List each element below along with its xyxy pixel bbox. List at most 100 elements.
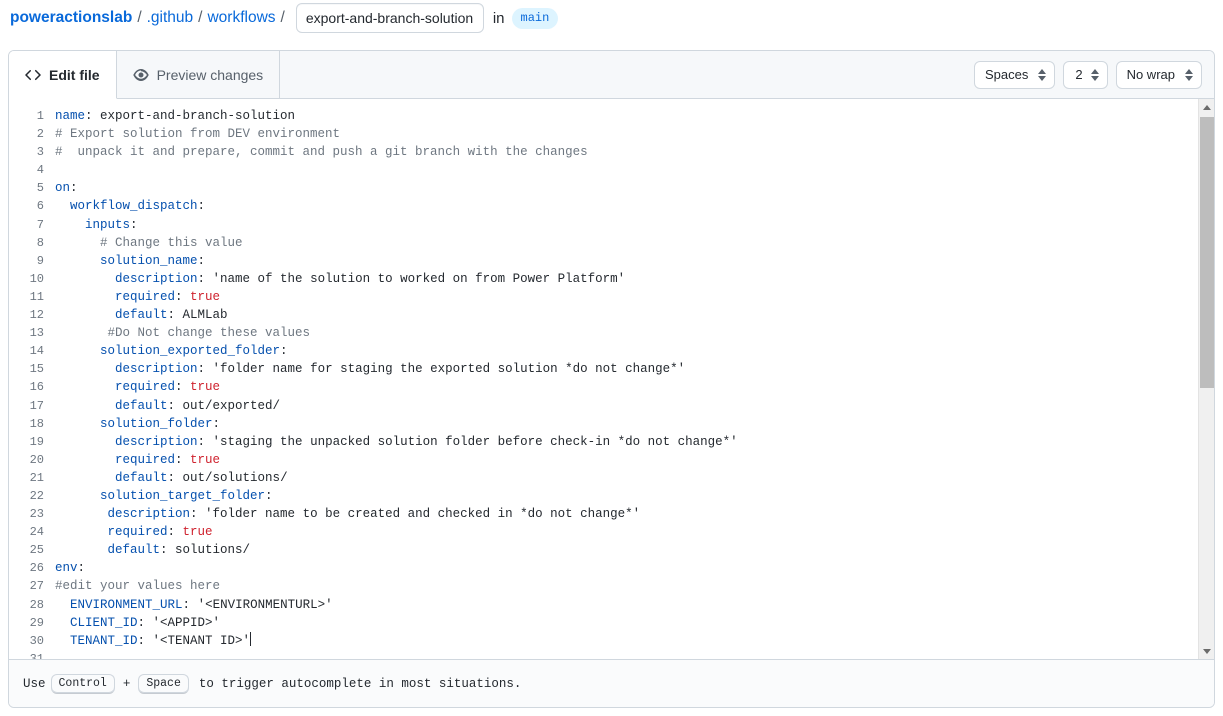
code-line[interactable]: 3# unpack it and prepare, commit and pus…	[9, 143, 1198, 161]
code-line[interactable]: 28 ENVIRONMENT_URL: '<ENVIRONMENTURL>'	[9, 596, 1198, 614]
code-token: ALMLab	[183, 308, 228, 322]
editor-frame: Edit file Preview changes Spaces 2	[8, 50, 1215, 708]
code-line[interactable]: 5on:	[9, 179, 1198, 197]
tab-preview-changes[interactable]: Preview changes	[117, 51, 281, 98]
code-line[interactable]: 23 description: 'folder name to be creat…	[9, 505, 1198, 523]
code-line[interactable]: 11 required: true	[9, 288, 1198, 306]
code-line[interactable]: 24 required: true	[9, 523, 1198, 541]
code-line[interactable]: 19 description: 'staging the unpacked so…	[9, 433, 1198, 451]
line-content[interactable]: CLIENT_ID: '<APPID>'	[55, 614, 220, 632]
line-content[interactable]: env:	[55, 559, 85, 577]
line-content[interactable]: name: export-and-branch-solution	[55, 107, 295, 125]
line-content[interactable]: default: out/solutions/	[55, 469, 288, 487]
line-content[interactable]: #Do Not change these values	[55, 324, 310, 342]
code-line[interactable]: 6 workflow_dispatch:	[9, 197, 1198, 215]
code-line[interactable]: 17 default: out/exported/	[9, 397, 1198, 415]
line-number: 21	[9, 469, 55, 487]
code-line[interactable]: 12 default: ALMLab	[9, 306, 1198, 324]
code-line[interactable]: 20 required: true	[9, 451, 1198, 469]
code-token: solution_folder	[100, 417, 213, 431]
code-line[interactable]: 29 CLIENT_ID: '<APPID>'	[9, 614, 1198, 632]
footer-prefix: Use	[23, 677, 46, 691]
line-content[interactable]: solution_target_folder:	[55, 487, 273, 505]
code-token: # unpack it and prepare, commit and push…	[55, 145, 588, 159]
line-content[interactable]: description: 'folder name for staging th…	[55, 360, 685, 378]
vertical-scrollbar[interactable]	[1198, 99, 1214, 659]
line-content[interactable]: required: true	[55, 378, 220, 396]
code-line[interactable]: 4	[9, 161, 1198, 179]
line-content[interactable]: description: 'staging the unpacked solut…	[55, 433, 738, 451]
line-content[interactable]: TENANT_ID: '<TENANT ID>'	[55, 632, 251, 650]
code-line[interactable]: 26env:	[9, 559, 1198, 577]
code-token: :	[265, 489, 273, 503]
code-line[interactable]: 9 solution_name:	[9, 252, 1198, 270]
indent-mode-select[interactable]: Spaces	[974, 61, 1055, 89]
code-line[interactable]: 1name: export-and-branch-solution	[9, 107, 1198, 125]
code-line[interactable]: 7 inputs:	[9, 216, 1198, 234]
code-line[interactable]: 22 solution_target_folder:	[9, 487, 1198, 505]
code-token	[55, 489, 100, 503]
line-content[interactable]: inputs:	[55, 216, 138, 234]
code-line[interactable]: 25 default: solutions/	[9, 541, 1198, 559]
code-token	[55, 272, 115, 286]
breadcrumb-owner-link[interactable]: poweractionslab	[10, 9, 132, 27]
breadcrumb-folder-github[interactable]: .github	[147, 9, 194, 27]
line-content[interactable]: # Export solution from DEV environment	[55, 125, 340, 143]
code-token	[55, 344, 100, 358]
filename-input[interactable]	[296, 3, 484, 33]
code-token: name	[55, 109, 85, 123]
line-content[interactable]: required: true	[55, 523, 213, 541]
code-line[interactable]: 21 default: out/solutions/	[9, 469, 1198, 487]
scrollbar-thumb[interactable]	[1200, 117, 1214, 388]
wrap-mode-select[interactable]: No wrap	[1116, 61, 1202, 89]
line-content[interactable]: description: 'folder name to be created …	[55, 505, 640, 523]
code-line[interactable]: 14 solution_exported_folder:	[9, 342, 1198, 360]
code-line[interactable]: 13 #Do Not change these values	[9, 324, 1198, 342]
code-line-list[interactable]: 1name: export-and-branch-solution2# Expo…	[9, 99, 1198, 659]
line-number: 2	[9, 125, 55, 143]
line-content[interactable]: on:	[55, 179, 78, 197]
line-content[interactable]: solution_name:	[55, 252, 205, 270]
line-content[interactable]: # Change this value	[55, 234, 243, 252]
line-content[interactable]: default: out/exported/	[55, 397, 280, 415]
code-line[interactable]: 2# Export solution from DEV environment	[9, 125, 1198, 143]
code-scroll-region[interactable]: 1name: export-and-branch-solution2# Expo…	[9, 99, 1198, 659]
line-content[interactable]: description: 'name of the solution to wo…	[55, 270, 625, 288]
scroll-up-arrow-icon[interactable]	[1199, 99, 1214, 115]
code-token: on	[55, 181, 70, 195]
code-token: out/exported/	[183, 399, 281, 413]
code-token: true	[190, 290, 220, 304]
chevron-updown-icon	[1038, 69, 1046, 81]
code-line[interactable]: 16 required: true	[9, 378, 1198, 396]
tab-edit-file[interactable]: Edit file	[9, 51, 117, 99]
line-content[interactable]: ENVIRONMENT_URL: '<ENVIRONMENTURL>'	[55, 596, 333, 614]
code-token: :	[160, 543, 175, 557]
code-line[interactable]: 10 description: 'name of the solution to…	[9, 270, 1198, 288]
line-number: 4	[9, 161, 55, 179]
line-content[interactable]: solution_folder:	[55, 415, 220, 433]
line-content[interactable]: solution_exported_folder:	[55, 342, 288, 360]
code-line[interactable]: 30 TENANT_ID: '<TENANT ID>'	[9, 632, 1198, 650]
line-content[interactable]: default: ALMLab	[55, 306, 228, 324]
line-content[interactable]: default: solutions/	[55, 541, 250, 559]
code-line[interactable]: 31	[9, 650, 1198, 659]
code-token: :	[198, 254, 206, 268]
code-line[interactable]: 8 # Change this value	[9, 234, 1198, 252]
code-line[interactable]: 27#edit your values here	[9, 577, 1198, 595]
line-content[interactable]: required: true	[55, 451, 220, 469]
line-content[interactable]: workflow_dispatch:	[55, 197, 205, 215]
line-number: 28	[9, 596, 55, 614]
indent-size-select[interactable]: 2	[1063, 61, 1107, 89]
code-line[interactable]: 15 description: 'folder name for staging…	[9, 360, 1198, 378]
code-token	[55, 362, 115, 376]
code-line[interactable]: 18 solution_folder:	[9, 415, 1198, 433]
breadcrumb-folder-workflows[interactable]: workflows	[207, 9, 275, 27]
line-content[interactable]: # unpack it and prepare, commit and push…	[55, 143, 588, 161]
scroll-down-arrow-icon[interactable]	[1199, 643, 1214, 659]
line-content[interactable]: required: true	[55, 288, 220, 306]
line-number: 18	[9, 415, 55, 433]
code-editor[interactable]: 1name: export-and-branch-solution2# Expo…	[9, 99, 1214, 659]
indent-size-value: 2	[1075, 67, 1082, 82]
code-token: '<TENANT ID>'	[153, 634, 251, 648]
line-content[interactable]: #edit your values here	[55, 577, 220, 595]
